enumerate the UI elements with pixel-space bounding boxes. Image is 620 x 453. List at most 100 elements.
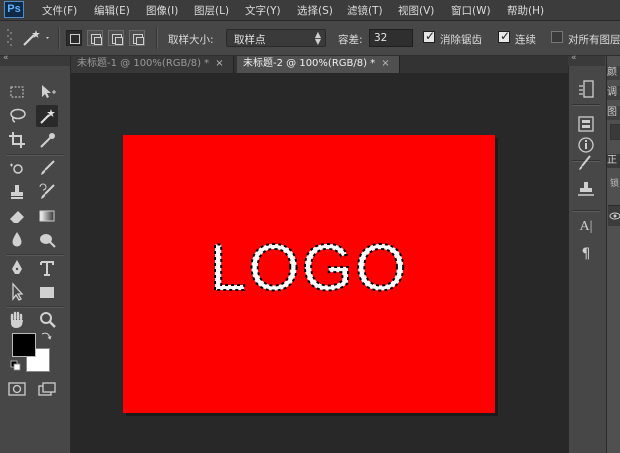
tolerance-value: 32 (374, 32, 388, 44)
pen-icon (12, 260, 22, 274)
history-icon (579, 80, 594, 98)
properties-icon (578, 116, 594, 132)
lasso-icon (10, 108, 26, 123)
character-panel-button[interactable]: A| (574, 216, 598, 238)
eraser-icon (10, 211, 24, 223)
dodge-tool[interactable] (36, 229, 58, 251)
brush-panel-button[interactable] (574, 152, 598, 174)
menu-edit[interactable]: 编辑(E) (94, 3, 130, 18)
antialias-checkbox[interactable]: ✓ (423, 29, 436, 43)
tab-document-2[interactable]: 未标题-2 @ 100%(RGB/8) * × (237, 56, 400, 73)
move-tool[interactable] (36, 81, 58, 103)
new-selection-button[interactable] (66, 30, 82, 46)
stamp-icon (11, 185, 23, 199)
quick-mask-icon (8, 382, 26, 396)
document-tab-bar: 未标题-1 @ 100%(RGB/8) * × 未标题-2 @ 100%(RGB/… (71, 56, 568, 73)
magic-wand-icon (40, 109, 55, 124)
rectangle-icon (40, 287, 54, 298)
select-arrows-icon: ▲ ▼ (314, 30, 321, 46)
intersect-selection-button[interactable] (129, 30, 145, 46)
toolbox-header[interactable]: « (0, 53, 70, 66)
magic-wand-tool[interactable] (36, 105, 58, 127)
menu-image[interactable]: 图像(I) (146, 3, 178, 18)
checkmark-icon: ✓ (425, 29, 436, 43)
clone-source-panel-button[interactable] (574, 178, 598, 200)
logo-text: LOGO (210, 230, 409, 304)
tab-layers[interactable]: 图 (607, 106, 620, 120)
sample-size-select[interactable]: 取样点 ▲ ▼ (226, 29, 326, 47)
menu-help[interactable]: 帮助(H) (507, 3, 544, 18)
history-panel-button[interactable] (574, 78, 598, 100)
history-brush-tool[interactable] (36, 181, 58, 203)
path-selection-tool[interactable] (6, 281, 28, 303)
tolerance-label: 容差: (338, 34, 363, 46)
subtract-selection-button[interactable] (108, 30, 124, 46)
collapse-icon[interactable]: « (3, 53, 9, 63)
default-colors-icon[interactable] (10, 360, 22, 372)
sample-all-layers-checkbox[interactable] (551, 31, 563, 43)
zoom-icon (40, 312, 56, 328)
layer-row[interactable] (608, 205, 620, 226)
close-icon[interactable]: × (215, 58, 223, 69)
grip-icon (3, 29, 17, 47)
menu-type[interactable]: 文字(Y) (245, 3, 281, 18)
zoom-tool[interactable] (36, 309, 58, 331)
swap-colors-icon[interactable] (40, 330, 52, 342)
blur-tool[interactable] (6, 229, 28, 251)
tool-preset-picker[interactable] (20, 28, 52, 48)
arrow-icon (12, 282, 24, 301)
tab-adjustments[interactable]: 调 (607, 86, 620, 100)
lasso-tool[interactable] (6, 105, 28, 127)
menu-file[interactable]: 文件(F) (42, 3, 77, 18)
crop-icon (9, 132, 25, 148)
type-icon (40, 261, 54, 276)
eyedropper-tool[interactable] (36, 129, 58, 151)
contiguous-checkbox[interactable]: ✓ (498, 29, 510, 43)
spot-healing-tool[interactable] (6, 157, 28, 179)
tab-document-1[interactable]: 未标题-1 @ 100%(RGB/8) * × (71, 56, 234, 73)
menu-window[interactable]: 窗口(W) (451, 3, 491, 18)
logo-text-selection[interactable]: LOGO (123, 135, 495, 413)
clone-stamp-tool[interactable] (6, 181, 28, 203)
sample-size-value: 取样点 (234, 34, 266, 46)
type-tool[interactable] (36, 257, 58, 279)
crop-tool[interactable] (6, 129, 28, 151)
tab-color[interactable]: 颜 (607, 66, 620, 80)
tab-label: 未标题-1 @ 100%(RGB/8) * (77, 58, 210, 69)
add-selection-button[interactable] (87, 30, 103, 46)
properties-panel-button[interactable] (574, 114, 598, 136)
menu-select[interactable]: 选择(S) (297, 3, 333, 18)
sample-size-label: 取样大小: (168, 34, 214, 46)
brush-tool[interactable] (36, 157, 58, 179)
gradient-tool[interactable] (36, 205, 58, 227)
contiguous-label: 连续 (515, 34, 536, 46)
marquee-icon (10, 86, 24, 98)
eye-icon (609, 212, 620, 220)
antialias-label: 消除锯齿 (440, 34, 482, 46)
eyedropper-icon (40, 133, 55, 148)
tolerance-input[interactable]: 32 (369, 29, 413, 47)
marquee-tool[interactable] (6, 81, 28, 103)
history-brush-icon (39, 183, 55, 199)
collapse-icon[interactable]: « (571, 53, 577, 63)
paragraph-panel-button[interactable]: ¶ (574, 243, 598, 265)
options-bar: 取样大小: 取样点 ▲ ▼ 容差: 32 ✓ 消除锯齿 ✓ 连续 对所有图层 (0, 21, 620, 56)
drop-icon (12, 232, 22, 247)
rectangle-tool[interactable] (36, 281, 58, 303)
right-dock-header[interactable]: « (568, 53, 605, 66)
eraser-tool[interactable] (6, 205, 28, 227)
quick-mask-button[interactable] (8, 382, 26, 396)
screen-mode-button[interactable] (38, 382, 58, 396)
brush-icon (41, 160, 55, 175)
dodge-icon (40, 234, 56, 248)
close-icon[interactable]: × (381, 58, 389, 69)
pen-tool[interactable] (6, 257, 28, 279)
menu-view[interactable]: 视图(V) (398, 3, 434, 18)
hand-tool[interactable] (6, 309, 28, 331)
blend-mode-select[interactable]: 正 (607, 154, 620, 168)
hand-icon (10, 311, 23, 328)
foreground-color-swatch[interactable] (12, 333, 36, 357)
menu-filter[interactable]: 滤镜(T) (347, 3, 383, 18)
layer-filter-field[interactable] (610, 124, 620, 140)
menu-layer[interactable]: 图层(L) (194, 3, 229, 18)
